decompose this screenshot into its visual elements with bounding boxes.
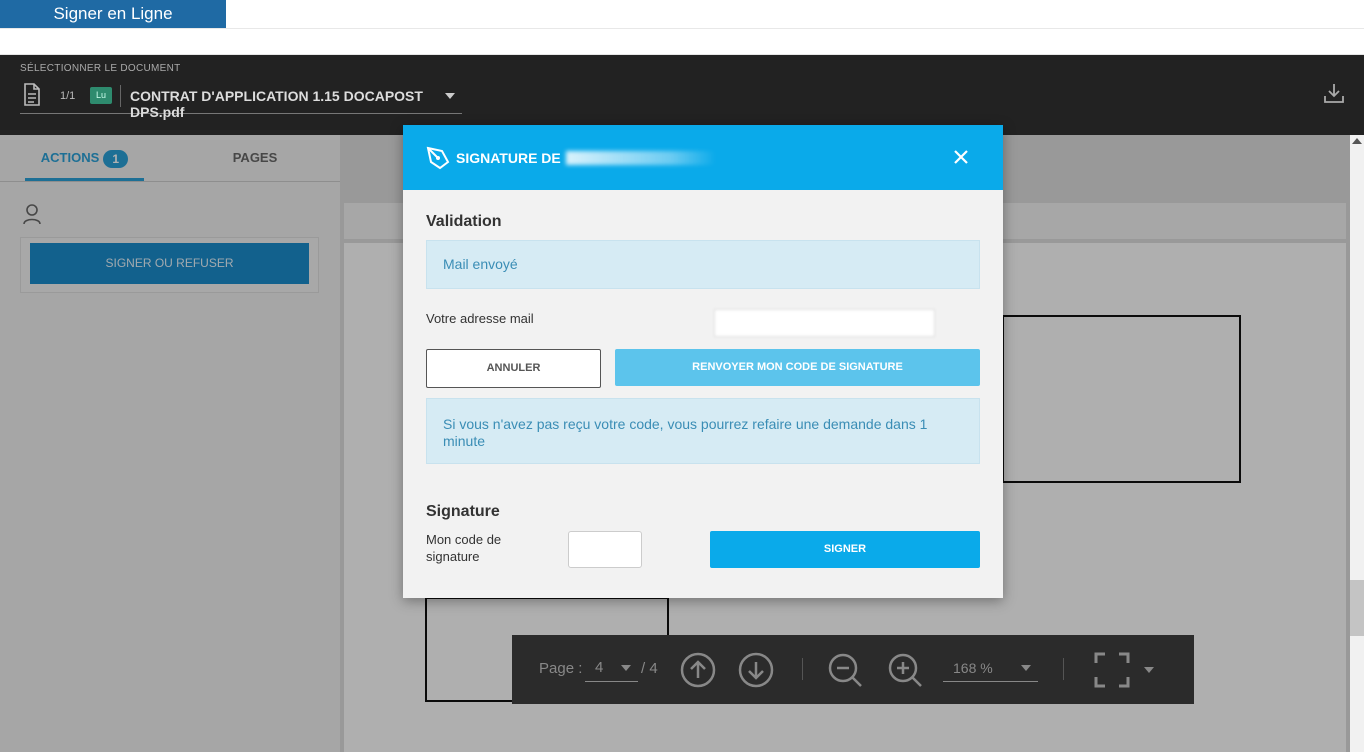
document-bar: SÉLECTIONNER LE DOCUMENT 1/1 Lu CONTRAT … xyxy=(0,55,1364,135)
dialog-title: SIGNATURE DE xyxy=(456,150,561,166)
validation-heading: Validation xyxy=(426,213,502,230)
next-page-icon[interactable] xyxy=(737,651,775,689)
toolbar-divider xyxy=(1063,658,1064,680)
email-label: Votre adresse mail xyxy=(426,311,534,326)
cancel-button[interactable]: ANNULER xyxy=(426,349,601,388)
top-bar-divider xyxy=(0,28,1364,29)
document-name: CONTRAT D'APPLICATION 1.15 DOCAPOST DPS.… xyxy=(130,88,423,120)
vertical-scrollbar[interactable] xyxy=(1350,135,1364,752)
zoom-in-icon[interactable] xyxy=(886,651,924,689)
page-current: 4 xyxy=(595,659,604,676)
signer-name-redacted xyxy=(566,151,716,165)
mail-sent-alert: Mail envoyé xyxy=(426,240,980,289)
chevron-down-icon xyxy=(445,93,455,99)
page-select[interactable]: 4 xyxy=(585,656,638,682)
signature-code-input[interactable] xyxy=(568,531,642,568)
signature-code-label: Mon code de signature xyxy=(426,532,502,564)
signature-pen-icon xyxy=(426,146,450,170)
document-select-label: SÉLECTIONNER LE DOCUMENT xyxy=(20,63,181,74)
download-icon[interactable] xyxy=(1322,81,1346,105)
scroll-up-icon[interactable] xyxy=(1352,138,1362,144)
previous-page-icon[interactable] xyxy=(679,651,717,689)
dialog-header: SIGNATURE DE xyxy=(403,125,1003,190)
zoom-out-icon[interactable] xyxy=(826,651,864,689)
close-icon[interactable] xyxy=(951,147,971,167)
zoom-value: 168 % xyxy=(953,660,993,676)
scrollbar-thumb[interactable] xyxy=(1350,580,1364,636)
page-total: / 4 xyxy=(641,660,658,677)
resend-info-alert: Si vous n'avez pas reçu votre code, vous… xyxy=(426,398,980,464)
page-label: Page : xyxy=(539,660,583,677)
top-bar: Signer en Ligne xyxy=(0,0,1364,55)
sign-button[interactable]: SIGNER xyxy=(710,531,980,568)
zoom-select[interactable]: 168 % xyxy=(943,656,1038,682)
chevron-down-icon xyxy=(621,665,631,671)
chevron-down-icon[interactable] xyxy=(1144,667,1154,673)
document-divider xyxy=(120,85,121,107)
toolbar-divider xyxy=(802,658,803,680)
fullscreen-icon[interactable] xyxy=(1093,651,1131,689)
viewer-toolbar: Page : 4 / 4 168 % xyxy=(512,635,1194,704)
resend-code-button[interactable]: RENVOYER MON CODE DE SIGNATURE xyxy=(615,349,980,386)
document-count: 1/1 xyxy=(60,90,76,102)
document-icon xyxy=(24,83,40,106)
signature-dialog: SIGNATURE DE Validation Mail envoyé Votr… xyxy=(403,125,1003,598)
document-select[interactable]: 1/1 Lu CONTRAT D'APPLICATION 1.15 DOCAPO… xyxy=(20,81,462,120)
email-value xyxy=(714,309,935,337)
chevron-down-icon xyxy=(1021,665,1031,671)
app-title: Signer en Ligne xyxy=(0,0,226,28)
read-status-badge: Lu xyxy=(90,87,112,104)
signature-heading: Signature xyxy=(426,503,500,520)
